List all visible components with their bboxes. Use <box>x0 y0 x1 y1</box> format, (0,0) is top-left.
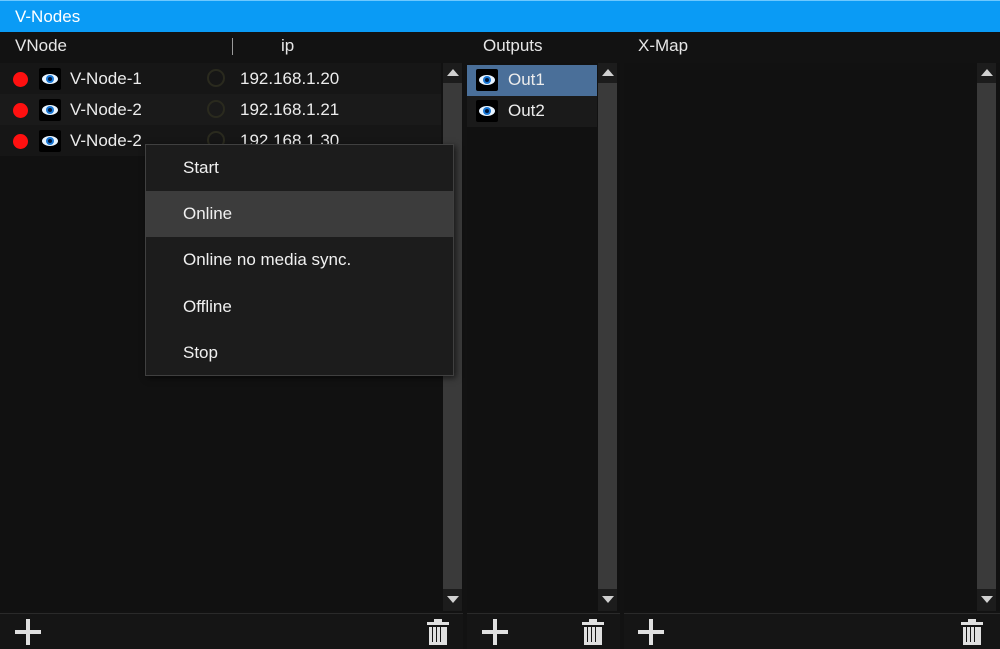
vnode-row[interactable]: V-Node-2 192.168.1.21 <box>0 94 441 125</box>
menu-item-stop[interactable]: Stop <box>146 330 453 376</box>
menu-item-online-no-media-sync[interactable]: Online no media sync. <box>146 237 453 283</box>
outputs-list-panel: Out1 Out2 <box>467 63 620 611</box>
scroll-up-arrow-icon[interactable] <box>447 69 459 76</box>
column-header-ip[interactable]: ip <box>281 36 294 56</box>
column-header-outputs: Outputs <box>483 36 543 55</box>
trash-icon[interactable] <box>427 619 449 645</box>
scroll-down-arrow-icon[interactable] <box>981 596 993 603</box>
context-menu: Start Online Online no media sync. Offli… <box>145 144 454 376</box>
vnode-name: V-Node-1 <box>70 69 142 88</box>
menu-item-label: Online no media sync. <box>183 250 352 269</box>
vnode-name: V-Node-2 <box>70 100 142 119</box>
window-title: V-Nodes <box>15 7 81 26</box>
vnode-row[interactable]: V-Node-1 192.168.1.20 <box>0 63 441 94</box>
status-dot-icon <box>13 72 28 87</box>
column-header-xmap: X-Map <box>638 36 689 55</box>
menu-item-label: Offline <box>183 297 232 316</box>
trash-icon[interactable] <box>582 619 604 645</box>
plus-icon[interactable] <box>15 619 41 645</box>
menu-item-online[interactable]: Online <box>146 191 453 237</box>
status-dot-icon <box>13 103 28 118</box>
plus-icon[interactable] <box>638 619 664 645</box>
scroll-up-arrow-icon[interactable] <box>602 69 614 76</box>
status-dot-icon <box>13 134 28 149</box>
vnode-ip: 192.168.1.21 <box>240 100 340 119</box>
plus-icon[interactable] <box>482 619 508 645</box>
outputs-footer <box>467 613 620 649</box>
eye-icon[interactable] <box>39 130 61 152</box>
vnode-ip: 192.168.1.20 <box>240 69 340 88</box>
outputs-scroll-thumb[interactable] <box>598 83 617 589</box>
trash-icon[interactable] <box>961 619 983 645</box>
xmap-footer <box>624 613 1000 649</box>
vnode-name: V-Node-2 <box>70 131 142 150</box>
output-row[interactable]: Out2 <box>467 96 597 127</box>
eye-icon[interactable] <box>39 99 61 121</box>
menu-item-start[interactable]: Start <box>146 145 453 191</box>
column-separator[interactable] <box>232 38 233 55</box>
eye-icon[interactable] <box>39 68 61 90</box>
output-row-selected[interactable]: Out1 <box>467 65 597 96</box>
title-bar: V-Nodes <box>0 0 1000 32</box>
scroll-up-arrow-icon[interactable] <box>981 69 993 76</box>
vnode-footer <box>0 613 463 649</box>
sync-ring-icon <box>207 100 225 118</box>
eye-icon[interactable] <box>476 69 498 91</box>
output-name: Out2 <box>508 101 545 120</box>
menu-item-label: Stop <box>183 343 218 362</box>
xmap-scroll-thumb[interactable] <box>977 83 996 589</box>
menu-item-label: Start <box>183 158 219 177</box>
sync-ring-icon <box>207 69 225 87</box>
output-name: Out1 <box>508 70 545 89</box>
xmap-panel <box>624 63 1000 611</box>
column-header-vnode[interactable]: VNode <box>15 36 67 56</box>
scroll-down-arrow-icon[interactable] <box>447 596 459 603</box>
scroll-down-arrow-icon[interactable] <box>602 596 614 603</box>
menu-item-label: Online <box>183 204 233 223</box>
menu-item-offline[interactable]: Offline <box>146 284 453 330</box>
eye-icon[interactable] <box>476 100 498 122</box>
